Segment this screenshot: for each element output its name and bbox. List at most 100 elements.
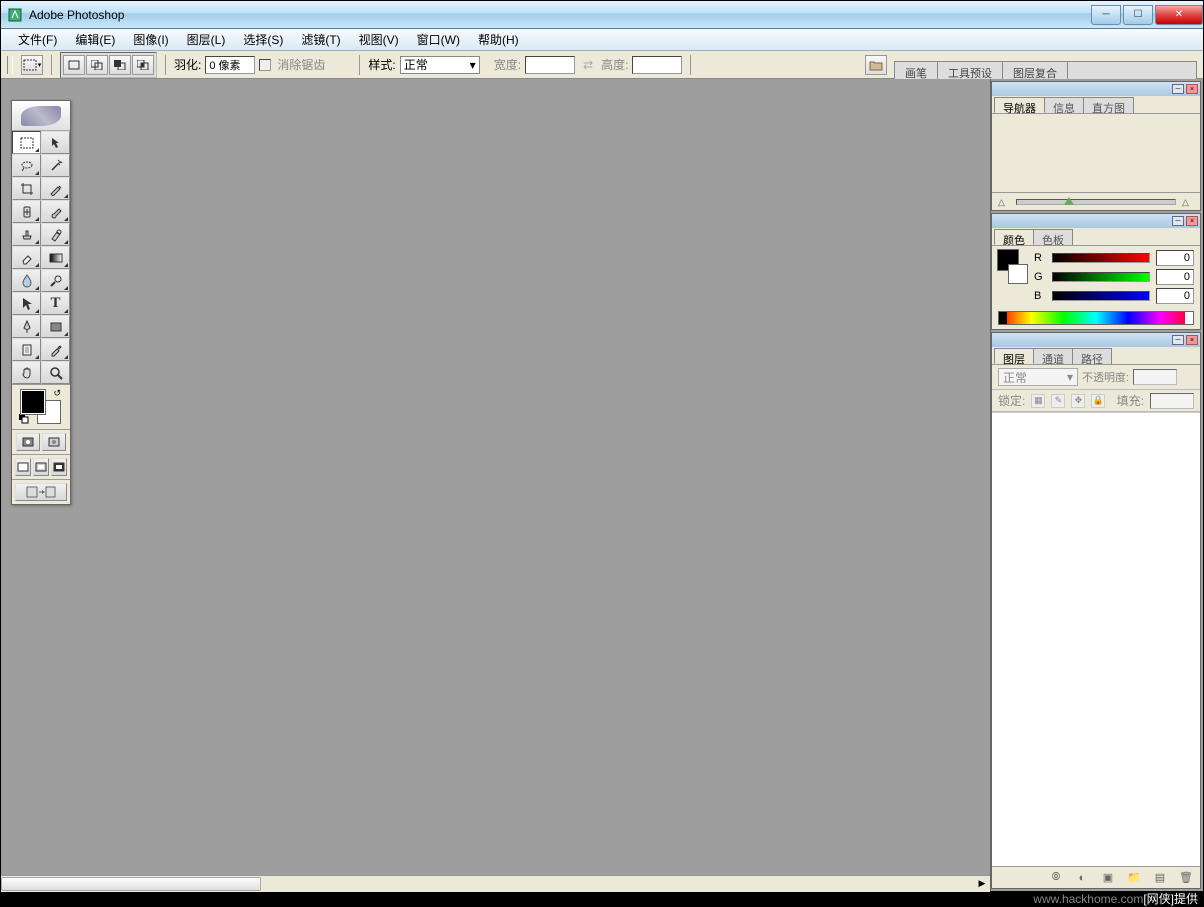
color-spectrum[interactable] [998,311,1194,325]
canvas-area[interactable]: ▶ [1,79,991,891]
marquee-tool[interactable] [12,131,41,154]
layer-style-icon[interactable]: ◐ [1074,871,1090,885]
scrollbar-track[interactable] [1,876,974,892]
menu-select[interactable]: 选择(S) [234,28,292,51]
toolbox-header[interactable] [12,101,70,131]
window-titlebar[interactable]: Adobe Photoshop ─ ☐ ✕ [1,1,1203,29]
minimize-button[interactable]: ─ [1091,5,1121,25]
jump-to-imageready-button[interactable] [15,483,67,501]
menu-view[interactable]: 视图(V) [350,28,408,51]
scrollbar-arrow-right[interactable]: ▶ [974,876,990,892]
well-tab-layer-comps[interactable]: 图层复合 [1002,61,1068,79]
eyedropper-tool[interactable] [41,338,70,361]
r-input[interactable] [1156,250,1194,266]
brush-tool[interactable] [41,200,70,223]
menu-window[interactable]: 窗口(W) [408,28,469,51]
default-colors-icon[interactable] [19,414,29,424]
zoom-slider-thumb[interactable] [1064,197,1074,205]
history-brush-tool[interactable] [41,223,70,246]
path-selection-tool[interactable] [12,292,41,315]
type-tool[interactable]: T [41,292,70,315]
slice-tool[interactable] [41,177,70,200]
toolbox[interactable]: T ↺ [11,100,71,505]
menu-file[interactable]: 文件(F) [9,28,66,51]
well-empty-area[interactable] [1067,61,1197,79]
color-titlebar[interactable]: ─ × [992,214,1200,228]
screen-menubar-button[interactable] [33,458,49,476]
zoom-in-icon[interactable]: △ [1182,197,1194,207]
horizontal-scrollbar[interactable]: ▶ [1,875,990,891]
tab-swatches[interactable]: 色板 [1033,229,1073,245]
swap-colors-icon[interactable]: ↺ [53,388,61,399]
tab-navigator[interactable]: 导航器 [994,97,1045,113]
healing-brush-tool[interactable] [12,200,41,223]
eraser-tool[interactable] [12,246,41,269]
g-input[interactable] [1156,269,1194,285]
r-slider[interactable] [1052,253,1150,263]
menu-image[interactable]: 图像(I) [124,28,177,51]
clone-stamp-tool[interactable] [12,223,41,246]
screen-full-button[interactable] [51,458,67,476]
menu-edit[interactable]: 编辑(E) [66,28,124,51]
close-button[interactable]: ✕ [1155,5,1203,25]
menu-help[interactable]: 帮助(H) [469,28,528,51]
tab-layers[interactable]: 图层 [994,348,1034,364]
panel-close-button[interactable]: × [1186,335,1198,345]
panel-minimize-button[interactable]: ─ [1172,216,1184,226]
zoom-out-icon[interactable]: △ [998,197,1010,207]
pen-tool[interactable] [12,315,41,338]
tab-color[interactable]: 颜色 [994,229,1034,245]
gradient-tool[interactable] [41,246,70,269]
quickmask-mode-button[interactable] [42,433,66,451]
layers-list[interactable] [992,412,1200,866]
feather-input[interactable] [205,56,255,74]
b-slider[interactable] [1052,291,1150,301]
panel-minimize-button[interactable]: ─ [1172,335,1184,345]
screen-standard-button[interactable] [15,458,31,476]
selection-new-button[interactable] [63,55,85,75]
scrollbar-thumb[interactable] [1,877,261,891]
selection-add-button[interactable] [86,55,108,75]
lasso-tool[interactable] [12,154,41,177]
tab-info[interactable]: 信息 [1044,97,1084,113]
panel-minimize-button[interactable]: ─ [1172,84,1184,94]
hand-tool[interactable] [12,361,41,384]
options-grip[interactable] [7,56,13,74]
selection-intersect-button[interactable] [132,55,154,75]
blur-tool[interactable] [12,269,41,292]
current-tool-marquee-button[interactable]: ▾ [21,55,43,75]
tab-histogram[interactable]: 直方图 [1083,97,1134,113]
maximize-button[interactable]: ☐ [1123,5,1153,25]
panel-close-button[interactable]: × [1186,84,1198,94]
tab-paths[interactable]: 路径 [1072,348,1112,364]
new-layer-icon[interactable]: ▤ [1152,871,1168,885]
notes-tool[interactable] [12,338,41,361]
layers-titlebar[interactable]: ─ × [992,333,1200,347]
dodge-tool[interactable] [41,269,70,292]
g-slider[interactable] [1052,272,1150,282]
shape-tool[interactable] [41,315,70,338]
new-group-icon[interactable]: 📁 [1126,871,1142,885]
standard-mode-button[interactable] [16,433,40,451]
file-browser-button[interactable] [865,55,887,75]
magic-wand-tool[interactable] [41,154,70,177]
style-select[interactable]: 正常▾ [400,56,480,74]
zoom-tool[interactable] [41,361,70,384]
toolbox-foreground-swatch[interactable] [21,390,45,414]
panel-close-button[interactable]: × [1186,216,1198,226]
move-tool[interactable] [41,131,70,154]
delete-layer-icon[interactable]: 🗑 [1178,871,1194,885]
b-input[interactable] [1156,288,1194,304]
link-layers-icon[interactable]: ⦾ [1048,871,1064,885]
tab-channels[interactable]: 通道 [1033,348,1073,364]
navigator-titlebar[interactable]: ─ × [992,82,1200,96]
navigator-preview[interactable] [992,114,1200,192]
menu-layer[interactable]: 图层(L) [178,28,235,51]
layer-mask-icon[interactable]: ▣ [1100,871,1116,885]
menu-filter[interactable]: 滤镜(T) [292,28,349,51]
zoom-slider[interactable] [1016,199,1176,205]
background-swatch[interactable] [1008,264,1028,284]
color-swatch-pair[interactable] [998,250,1028,284]
well-tab-brush[interactable]: 画笔 [894,61,938,79]
crop-tool[interactable] [12,177,41,200]
